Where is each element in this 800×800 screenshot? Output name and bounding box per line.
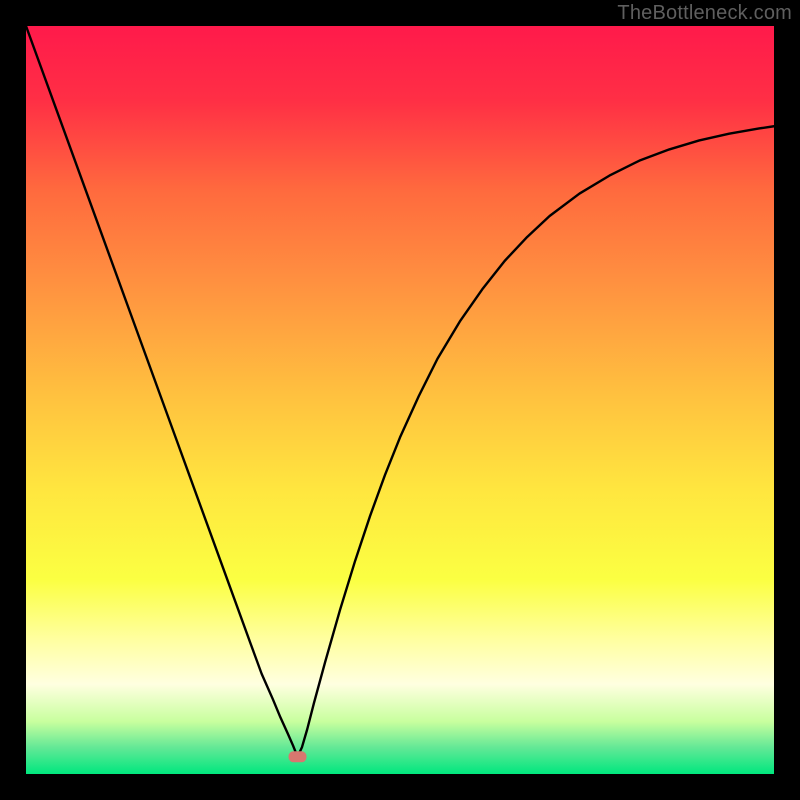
watermark-text: TheBottleneck.com (617, 2, 792, 25)
chart-frame (26, 26, 774, 774)
bottleneck-chart (26, 26, 774, 774)
minimum-marker (289, 751, 307, 762)
gradient-background (26, 26, 774, 774)
